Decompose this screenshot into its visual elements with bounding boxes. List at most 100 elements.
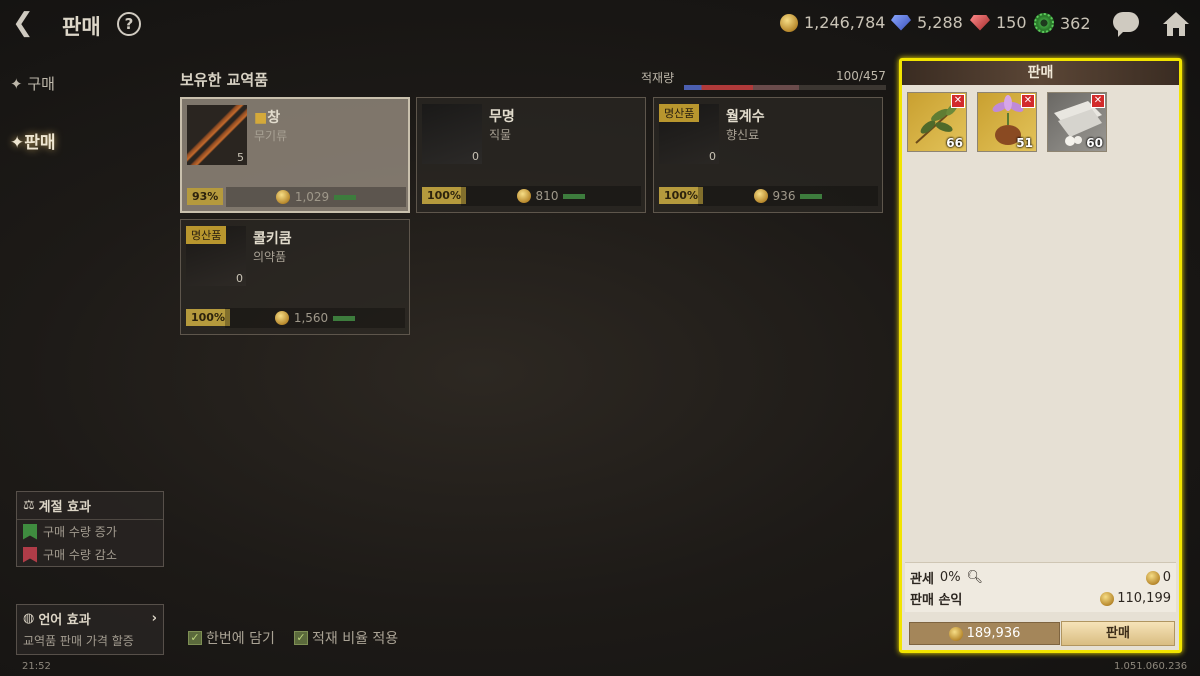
trade-card-cotton[interactable]: 0 무명 직물 100% 810 [416,97,646,213]
blue-gem-amount: 5,288 [917,13,963,32]
load-bar-fill [684,85,800,90]
spear-thumbnail: 5 [187,105,247,165]
price-trend-bar [334,194,357,200]
profit-value: 110,199 [1100,591,1171,606]
clock: 21:52 [22,661,51,672]
check-icon[interactable]: ✓ [294,631,308,645]
sell-item-laurel[interactable]: ✕ 66 [907,92,967,152]
globe-icon: ◍ [23,611,35,626]
load-all-checkbox[interactable]: ✓ 한번에 담기 [188,628,275,648]
load-bar [684,85,886,90]
tax-rate: 0% [939,570,961,585]
gold-coin-icon [780,13,798,32]
green-gear-amount: 362 [1060,13,1091,33]
gold-coin-icon [948,626,963,641]
card-category: 향신료 [726,128,760,142]
trade-card-laurel[interactable]: 0 명산품 월계수 향신료 100% 936 [653,97,883,213]
card-price-value: 936 [772,189,796,203]
remove-item-icon[interactable]: ✕ [951,94,965,108]
gold-amount: 1,246,784 [804,13,886,32]
chevron-right-icon[interactable]: › [152,611,157,626]
nav-item-buy[interactable]: ✦ 구매 [10,73,55,94]
card-name: 월계수 [726,109,765,125]
price-trend-bar [333,315,356,321]
season-effect-row: 구매 수량 증가 [17,520,163,543]
chat-icon[interactable] [1113,12,1139,37]
sell-button[interactable]: 판매 [1061,621,1175,646]
card-price-value: 1,029 [294,190,330,204]
sell-item-count: 66 [946,136,963,150]
red-gem-currency: 150 [970,13,1027,32]
sell-item-count: 51 [1016,136,1033,150]
inventory-title: 보유한 교역품 [180,71,269,89]
season-effect-text: 구매 수량 감소 [43,548,117,562]
green-gear-icon [1034,13,1054,33]
nav-buy-label: 구매 [27,75,55,93]
magnifier-icon[interactable]: 🔍︎ [967,570,984,585]
green-ribbon-icon [23,523,37,540]
special-product-badge: 명산품 [659,104,700,122]
apply-ratio-checkbox[interactable]: ✓ 적재 비율 적용 [294,628,398,648]
season-effect-title: 계절 효과 [38,500,92,515]
card-name-text: 창 [267,110,281,126]
tax-value-text: 0 [1162,570,1171,585]
sell-summary: 관세 0% 🔍︎ 0 판매 손익 110,199 [905,562,1176,612]
card-percent: 100% [659,187,703,204]
page-title: 판매 [62,15,101,39]
price-trend-bar [800,193,823,199]
sell-item-count: 60 [1086,136,1103,150]
red-ribbon-icon [23,546,37,563]
gold-currency: 1,246,784 [780,13,885,32]
card-category: 의약품 [253,250,287,264]
check-icon[interactable]: ✓ [188,631,202,645]
season-effect-header: ⚖ 계절 효과 [17,492,163,520]
sell-item-cotton[interactable]: ✕ 60 [1047,92,1107,152]
trade-card-colchicum[interactable]: 0 명산품 콜키쿰 의약품 100% 1,560 [180,219,410,335]
card-qty: 0 [709,150,716,163]
language-effect-desc: 교역품 판매 가격 할증 [23,634,134,648]
tax-value: 0 [1145,570,1171,585]
apply-ratio-label: 적재 비율 적용 [312,631,399,647]
gold-coin-icon [516,189,531,203]
remove-item-icon[interactable]: ✕ [1091,94,1105,108]
red-gem-amount: 150 [996,13,1027,32]
card-price: 810 [461,186,641,206]
tax-label: 관세 [910,572,934,587]
tax-row: 관세 0% 🔍︎ 0 [910,567,1171,588]
card-price: 936 [698,186,878,206]
remove-item-icon[interactable]: ✕ [1021,94,1035,108]
load-label: 적재량 [641,71,675,85]
red-gem-icon [970,14,990,31]
back-icon[interactable]: ❮ [12,8,40,40]
card-percent: 100% [186,309,230,326]
card-percent: 93% [187,188,224,205]
language-effect-panel[interactable]: ◍ 언어 효과 › 교역품 판매 가격 할증 [16,604,164,655]
season-effect-text: 구매 수량 증가 [43,525,117,539]
sell-total-value: 189,936 [966,626,1021,641]
season-effect-row: 구매 수량 감소 [17,543,163,566]
help-icon[interactable]: ? [117,12,141,36]
profit-row: 판매 손익 110,199 [910,588,1171,609]
nav-item-sell[interactable]: ✦판매 [10,128,56,153]
item-grade-icon: ■ [254,110,268,126]
load-all-label: 한번에 담기 [206,631,275,647]
green-gear-currency: 362 [1034,13,1091,33]
gold-coin-icon [275,190,290,204]
nav-sell-label: 판매 [24,133,56,153]
trade-card-spear[interactable]: 5 ■창 무기류 93% 1,029 [180,97,410,213]
card-price-value: 810 [535,189,559,203]
card-qty: 0 [236,272,243,285]
cotton-thumbnail: 0 [422,104,482,164]
sell-total: 189,936 [909,622,1060,645]
gold-coin-icon [1100,591,1115,606]
home-icon[interactable] [1161,10,1191,38]
gold-coin-icon [1145,570,1160,585]
sell-panel-title: 판매 [902,61,1179,85]
sell-item-colchicum[interactable]: ✕ 51 [977,92,1037,152]
blue-gem-icon [891,14,911,31]
scale-icon: ⚖ [23,498,35,513]
sell-panel: 판매 ✕ 66 ✕ 51 ✕ 60 관세 0% 🔍︎ 0 판매 손익 110,1… [899,58,1182,653]
profit-value-text: 110,199 [1117,591,1171,606]
card-name: 콜키쿰 [253,231,292,247]
card-qty: 5 [237,151,244,164]
